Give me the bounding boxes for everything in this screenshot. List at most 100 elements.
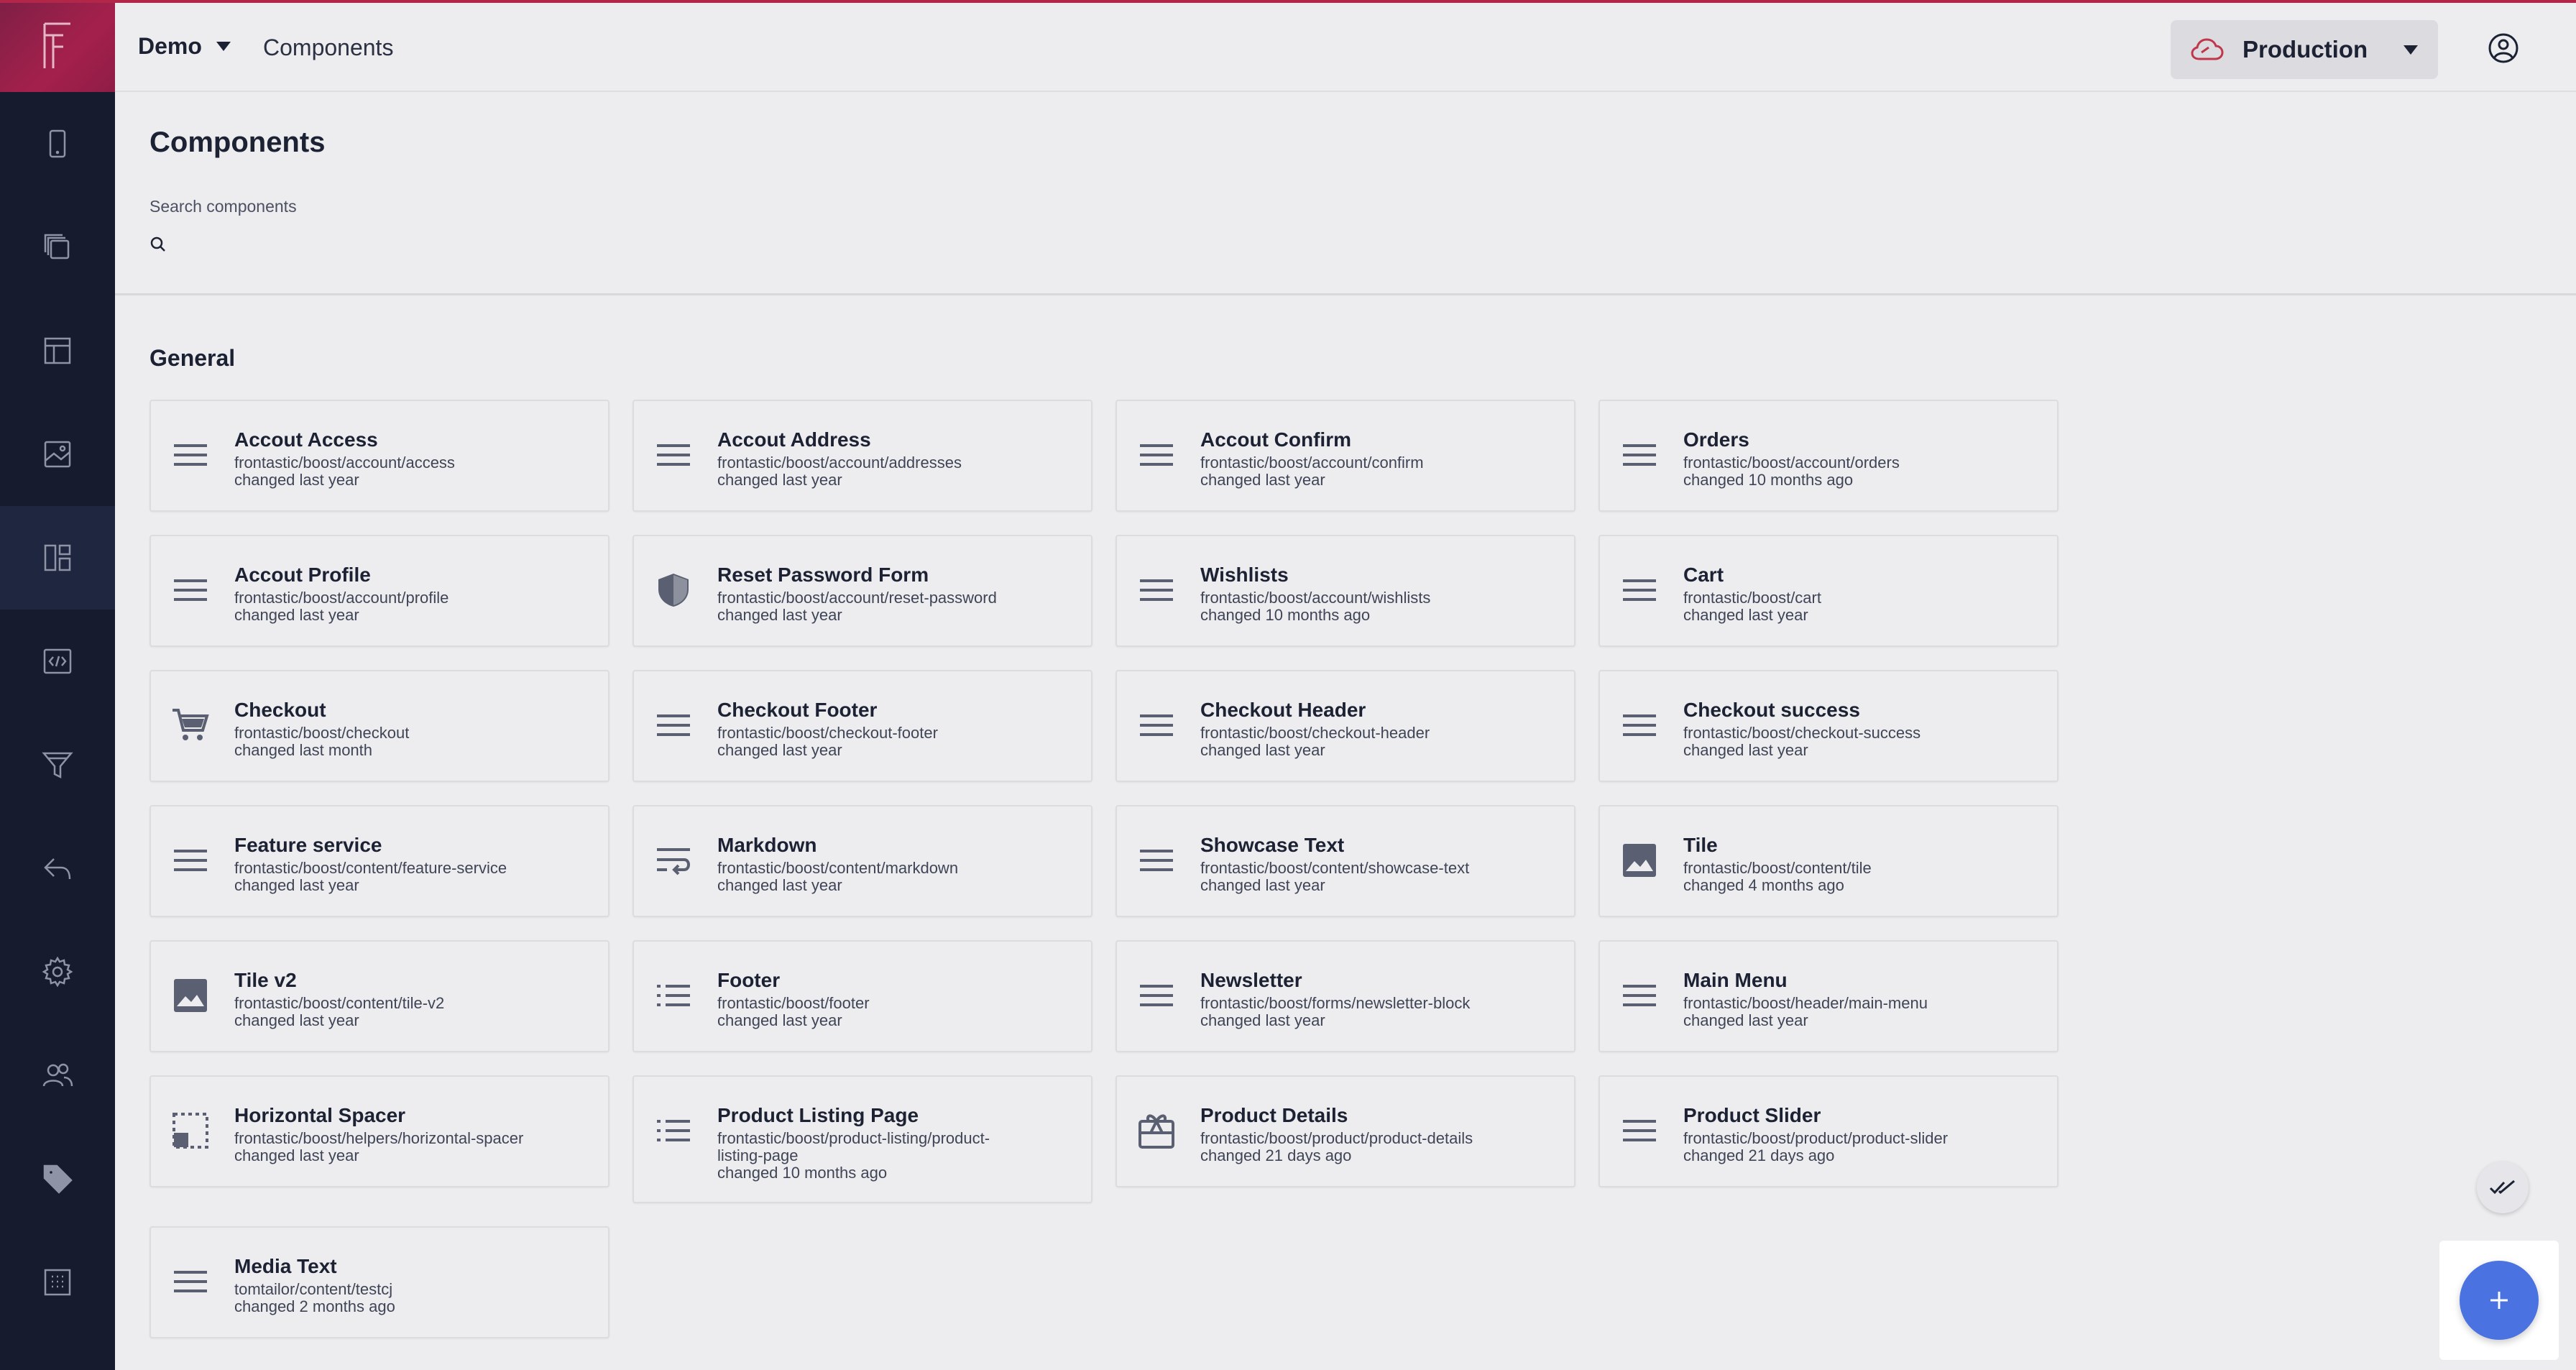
component-title: Accout Confirm: [1200, 428, 1351, 451]
component-path: frontastic/boost/checkout-success: [1683, 724, 1921, 742]
mark-all-done-button[interactable]: [2477, 1162, 2529, 1213]
component-card[interactable]: Accout Address frontastic/boost/account/a…: [632, 400, 1092, 512]
component-title: Footer: [717, 969, 781, 991]
search-input[interactable]: [175, 233, 966, 256]
component-title: Media Text: [234, 1255, 337, 1277]
component-card-body: Orders frontastic/boost/account/orders cha…: [1683, 428, 1900, 489]
menu-icon: [1137, 571, 1176, 610]
component-card[interactable]: Tile frontastic/boost/content/tile changed…: [1598, 805, 2058, 917]
pages-icon: [44, 234, 70, 259]
component-path: frontastic/boost/account/confirm: [1200, 454, 1424, 472]
component-card[interactable]: Accout Access frontastic/boost/account/ac…: [150, 400, 610, 512]
menu-icon: [1620, 706, 1659, 745]
section-title-general: General: [150, 345, 236, 371]
sidebar-item-mobile[interactable]: [0, 92, 115, 196]
component-path: frontastic/boost/product-listing/product…: [717, 1129, 990, 1164]
component-card[interactable]: Product Listing Page frontastic/boost/pro…: [632, 1075, 1092, 1203]
component-changed: changed last year: [1200, 741, 1325, 759]
component-card[interactable]: Newsletter frontastic/boost/forms/newslet…: [1116, 940, 1576, 1052]
add-component-button[interactable]: [2460, 1261, 2539, 1340]
component-path: frontastic/boost/content/showcase-text: [1200, 859, 1470, 877]
search-field[interactable]: [150, 229, 1012, 260]
component-card[interactable]: Accout Profile frontastic/boost/account/p…: [150, 535, 610, 647]
sidebar-item-grid[interactable]: [0, 1231, 115, 1334]
component-card[interactable]: Accout Confirm frontastic/boost/account/c…: [1116, 400, 1576, 512]
component-path: tomtailor/content/testcj: [234, 1280, 393, 1298]
component-card[interactable]: Main Menu frontastic/boost/header/main-me…: [1598, 940, 2058, 1052]
menu-icon: [171, 436, 210, 474]
component-path: frontastic/boost/content/markdown: [717, 859, 959, 877]
component-card[interactable]: Checkout Footer frontastic/boost/checkout…: [632, 670, 1092, 782]
components-grid: Accout Access frontastic/boost/account/ac…: [150, 400, 2058, 1338]
settings-icon: [42, 956, 73, 988]
sidebar-item-code[interactable]: [0, 610, 115, 713]
component-card[interactable]: Product Slider frontastic/boost/product/p…: [1598, 1075, 2058, 1187]
component-title: Tile v2: [234, 969, 297, 991]
component-path: frontastic/boost/account/addresses: [717, 454, 962, 472]
environment-selector[interactable]: Production: [2171, 20, 2438, 79]
component-card[interactable]: Feature service frontastic/boost/content/…: [150, 805, 610, 917]
component-card[interactable]: Orders frontastic/boost/account/orders cha…: [1598, 400, 2058, 512]
component-card[interactable]: Tile v2 frontastic/boost/content/tile-v2 c…: [150, 940, 610, 1052]
component-path: frontastic/boost/product/product-details: [1200, 1129, 1473, 1147]
component-card-body: Accout Confirm frontastic/boost/account/c…: [1200, 428, 1424, 489]
caret-down-icon: [2404, 45, 2418, 55]
component-path: frontastic/boost/header/main-menu: [1683, 994, 1928, 1012]
component-path: frontastic/boost/product/product-slider: [1683, 1129, 1949, 1147]
breadcrumb: Components: [263, 35, 394, 60]
search-icon: [150, 236, 165, 252]
layout-icon: [44, 337, 71, 364]
sidebar-item-layout[interactable]: [0, 299, 115, 403]
component-card[interactable]: Cart frontastic/boost/cart changed last ye…: [1598, 535, 2058, 647]
component-title: Markdown: [717, 834, 817, 856]
component-card[interactable]: Footer frontastic/boost/footer changed las…: [632, 940, 1092, 1052]
component-card[interactable]: Media Text tomtailor/content/testcj change…: [150, 1226, 610, 1338]
sidebar-item-settings[interactable]: [0, 920, 115, 1024]
project-name: Demo: [138, 33, 202, 59]
component-card[interactable]: Markdown frontastic/boost/content/markdow…: [632, 805, 1092, 917]
component-card[interactable]: Checkout success frontastic/boost/checkou…: [1598, 670, 2058, 782]
cart-icon: [171, 706, 210, 745]
sidebar-item-users[interactable]: [0, 1024, 115, 1127]
component-title: Checkout: [234, 699, 326, 721]
component-card-body: Tile v2 frontastic/boost/content/tile-v2 c…: [234, 969, 444, 1029]
component-card[interactable]: Wishlists frontastic/boost/account/wishli…: [1116, 535, 1576, 647]
component-title: Accout Profile: [234, 564, 371, 586]
component-card[interactable]: Reset Password Form frontastic/boost/acco…: [632, 535, 1092, 647]
component-path: frontastic/boost/checkout-header: [1200, 724, 1430, 742]
component-path: frontastic/boost/account/access: [234, 454, 455, 472]
component-title: Orders: [1683, 428, 1749, 451]
sidebar-item-media[interactable]: [0, 403, 115, 506]
add-button-container: [2439, 1241, 2559, 1360]
project-selector[interactable]: Demo: [138, 33, 231, 60]
component-card[interactable]: Checkout Header frontastic/boost/checkout…: [1116, 670, 1576, 782]
frontastic-logo[interactable]: [0, 0, 115, 92]
user-icon: [2488, 33, 2518, 63]
component-path: frontastic/boost/account/wishlists: [1200, 589, 1431, 607]
sidebar-item-tags[interactable]: [0, 1127, 115, 1231]
component-changed: changed last year: [1683, 741, 1808, 759]
component-changed: changed last year: [1200, 1011, 1325, 1029]
sidebar-item-components[interactable]: [0, 506, 115, 610]
sidebar-item-filter[interactable]: [0, 713, 115, 817]
sidebar-item-redirects[interactable]: [0, 817, 115, 920]
component-card[interactable]: Product Details frontastic/boost/product/…: [1116, 1075, 1576, 1187]
component-card[interactable]: Showcase Text frontastic/boost/content/sh…: [1116, 805, 1576, 917]
menu-icon: [1137, 976, 1176, 1015]
component-card[interactable]: Horizontal Spacer frontastic/boost/helper…: [150, 1075, 610, 1187]
component-card-body: Checkout success frontastic/boost/checkou…: [1683, 699, 1920, 759]
component-card-body: Wishlists frontastic/boost/account/wishli…: [1200, 564, 1430, 624]
component-path: frontastic/boost/checkout-footer: [717, 724, 938, 742]
page-title: Components: [150, 127, 326, 158]
component-card-body: Newsletter frontastic/boost/forms/newslet…: [1200, 969, 1470, 1029]
component-title: Reset Password Form: [717, 564, 929, 586]
component-title: Checkout Header: [1200, 699, 1366, 721]
component-changed: changed last year: [717, 471, 842, 489]
component-card-body: Showcase Text frontastic/boost/content/sh…: [1200, 834, 1469, 894]
component-title: Feature service: [234, 834, 382, 856]
component-card[interactable]: Checkout frontastic/boost/checkout changed…: [150, 670, 610, 782]
user-menu-button[interactable]: [2487, 32, 2520, 65]
component-card-body: Horizontal Spacer frontastic/boost/helper…: [234, 1104, 523, 1164]
component-path: frontastic/boost/account/orders: [1683, 454, 1900, 472]
sidebar-item-pages[interactable]: [0, 196, 115, 299]
